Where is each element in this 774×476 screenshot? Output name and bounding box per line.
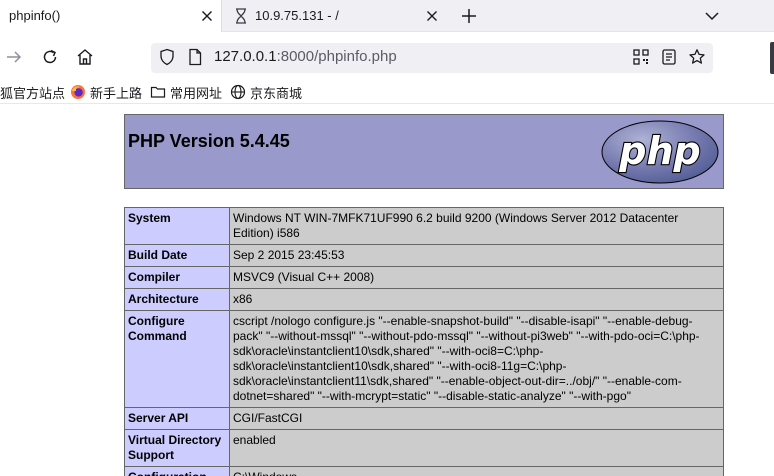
row-value: CGI/FastCGI — [229, 407, 724, 430]
close-icon[interactable] — [199, 8, 215, 24]
bookmarks-bar: 狐官方站点 新手上路 常用网址 京东商城 — [0, 80, 774, 104]
forward-arrow-icon[interactable] — [4, 47, 24, 67]
row-value: C:\Windows — [229, 466, 724, 476]
tab-strip: phpinfo() 10.9.75.131 - / — [0, 0, 774, 32]
table-row: System Windows NT WIN-7MFK71UF990 6.2 bu… — [124, 207, 724, 245]
row-key: Server API — [124, 407, 230, 430]
window-edge — [770, 42, 774, 74]
chevron-down-icon[interactable] — [703, 7, 721, 25]
bookmark-common-sites[interactable]: 常用网址 — [150, 82, 222, 102]
reader-view-icon[interactable] — [660, 48, 678, 66]
table-row: Configuration C:\Windows — [124, 466, 724, 476]
table-row: Configure Command cscript /nologo config… — [124, 310, 724, 408]
bookmark-label: 狐官方站点 — [0, 85, 66, 101]
table-row: Architecture x86 — [124, 288, 724, 311]
shield-icon[interactable] — [158, 48, 176, 66]
home-icon[interactable] — [75, 47, 95, 67]
php-logo[interactable]: php — [601, 120, 719, 184]
row-value: MSVC9 (Visual C++ 2008) — [229, 266, 724, 289]
tab-title: phpinfo() — [9, 8, 61, 23]
bookmark-label: 新手上路 — [90, 85, 143, 101]
row-value: Windows NT WIN-7MFK71UF990 6.2 build 920… — [229, 207, 724, 245]
close-icon[interactable] — [424, 8, 440, 24]
table-row: Virtual Directory Support enabled — [124, 429, 724, 467]
firefox-icon — [71, 85, 85, 99]
bookmark-jd-mall[interactable]: 京东商城 — [230, 82, 302, 102]
bookmark-getting-started[interactable]: 新手上路 — [70, 82, 142, 102]
table-row: Build Date Sep 2 2015 23:45:53 — [124, 244, 724, 267]
row-key: Configuration — [124, 466, 230, 476]
tab-remote-host[interactable]: 10.9.75.131 - / — [222, 0, 450, 32]
globe-icon — [230, 84, 246, 100]
hourglass-icon — [236, 8, 246, 24]
php-info-table: System Windows NT WIN-7MFK71UF990 6.2 bu… — [124, 207, 724, 476]
php-logo-text: php — [618, 129, 700, 173]
url-host: 127.0.0.1 — [214, 48, 277, 65]
row-value: x86 — [229, 288, 724, 311]
row-key: Compiler — [124, 266, 230, 289]
row-key: Architecture — [124, 288, 230, 311]
table-row: Server API CGI/FastCGI — [124, 407, 724, 430]
php-version-header: PHP Version 5.4.45 php — [124, 114, 724, 189]
tab-phpinfo[interactable]: phpinfo() — [0, 0, 222, 32]
row-key: Configure Command — [124, 310, 230, 408]
star-icon[interactable] — [688, 48, 706, 66]
row-value: enabled — [229, 429, 724, 467]
bookmark-label: 京东商城 — [250, 85, 303, 101]
row-key: System — [124, 207, 230, 245]
bookmark-label: 常用网址 — [170, 85, 223, 101]
page-icon[interactable] — [186, 48, 204, 66]
page-title: PHP Version 5.4.45 — [128, 131, 290, 151]
url-path: :8000/phpinfo.php — [276, 48, 397, 65]
table-row: Compiler MSVC9 (Visual C++ 2008) — [124, 266, 724, 289]
qr-code-icon[interactable] — [632, 48, 650, 66]
reload-icon[interactable] — [40, 47, 60, 67]
row-value: Sep 2 2015 23:45:53 — [229, 244, 724, 267]
row-value: cscript /nologo configure.js "--enable-s… — [229, 310, 724, 408]
folder-icon — [150, 86, 166, 98]
row-key: Build Date — [124, 244, 230, 267]
url-text[interactable]: 127.0.0.1:8000/phpinfo.php — [214, 48, 397, 65]
new-tab-icon[interactable] — [460, 7, 478, 25]
row-key: Virtual Directory Support — [124, 429, 230, 467]
bookmark-official-site[interactable]: 狐官方站点 — [0, 82, 65, 102]
tab-title: 10.9.75.131 - / — [255, 8, 339, 23]
